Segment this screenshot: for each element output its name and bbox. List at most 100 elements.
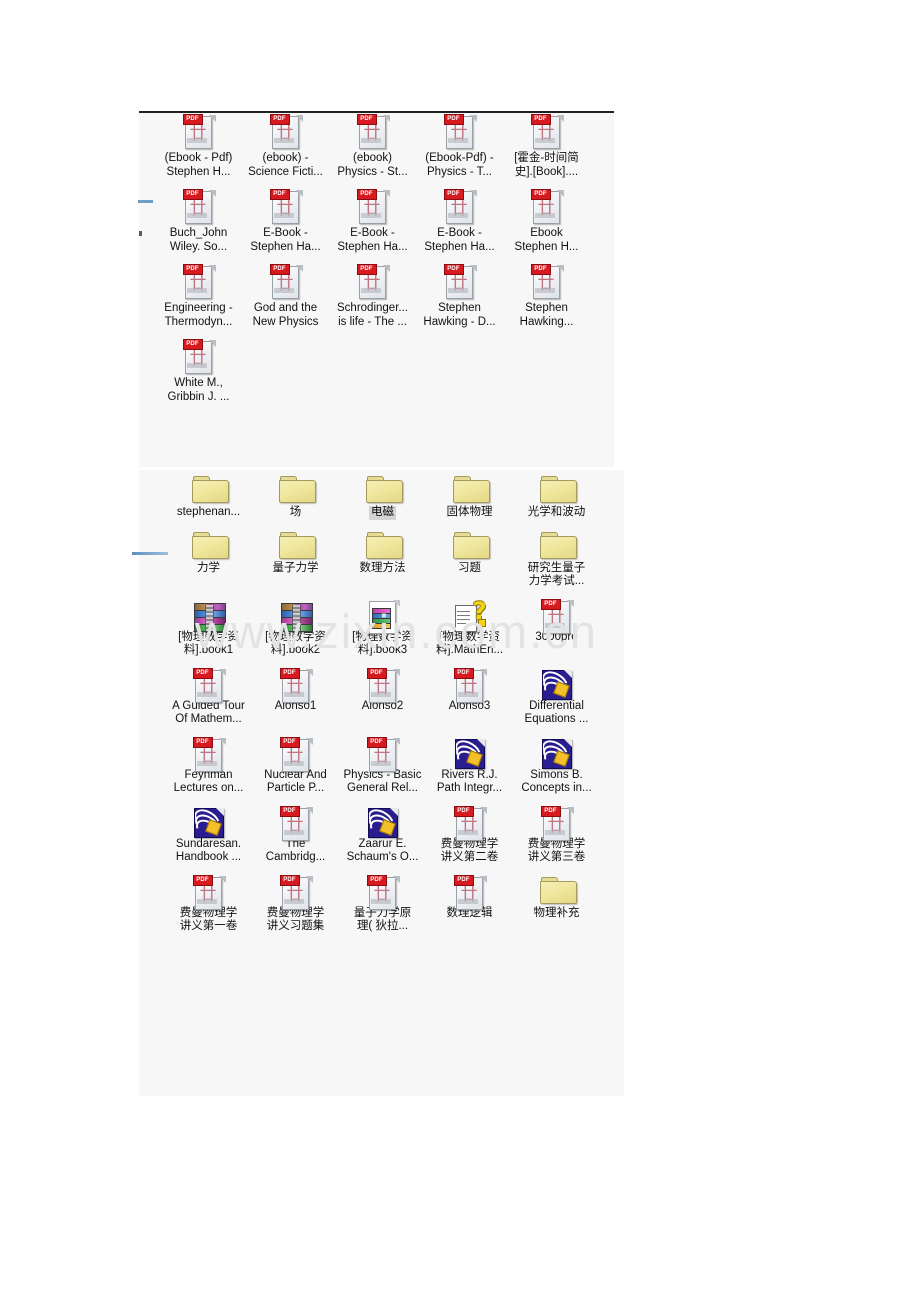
pdf-icon[interactable]: 廿 PDF <box>279 736 313 772</box>
file-item[interactable]: 廿 PDF Ebook Stephen H... <box>503 189 590 254</box>
folder-icon[interactable] <box>191 530 229 560</box>
file-item[interactable]: 廿 PDF (Ebook - Pdf) Stephen H... <box>155 114 242 179</box>
folder-item[interactable]: 习题 <box>426 530 513 589</box>
file-item[interactable]: 廿 PDF Nuclear And Particle P... <box>252 736 339 796</box>
folder-item[interactable]: stephenan... <box>165 474 252 520</box>
file-item[interactable]: 廿 PDF Physics - Basic General Rel... <box>339 736 426 796</box>
file-item[interactable]: 廿 PDF 费曼物理学 讲义第一卷 <box>165 874 252 934</box>
folder-icon[interactable] <box>278 530 316 560</box>
pdf-icon[interactable]: 廿 PDF <box>453 874 487 910</box>
folder-icon[interactable] <box>191 474 229 504</box>
pdf-icon[interactable]: 廿 PDF <box>530 264 564 300</box>
file-item[interactable]: 廿 PDF Alonso2 <box>339 667 426 727</box>
pdf-icon[interactable]: 廿 PDF <box>530 189 564 225</box>
folder-item[interactable]: 数理方法 <box>339 530 426 589</box>
pdf-icon[interactable]: 廿 PDF <box>182 339 216 375</box>
pdf-icon[interactable]: 廿 PDF <box>192 736 226 772</box>
pdf-icon[interactable]: 廿 PDF <box>182 189 216 225</box>
file-item[interactable]: 廿 PDF Alonso3 <box>426 667 513 727</box>
pdf-icon[interactable]: 廿 PDF <box>366 736 400 772</box>
pdf-icon[interactable]: 廿 PDF <box>269 264 303 300</box>
folder-icon[interactable] <box>452 530 490 560</box>
file-item[interactable]: 廿 PDF E-Book - Stephen Ha... <box>416 189 503 254</box>
item-label: The Cambridg... <box>265 837 326 864</box>
file-item[interactable]: 廿 PDF White M., Gribbin J. ... <box>155 339 242 404</box>
folder-icon[interactable] <box>539 875 577 905</box>
folder-item[interactable]: 电磁 <box>339 474 426 520</box>
pdf-icon[interactable]: 廿 PDF <box>269 189 303 225</box>
djvu-icon[interactable] <box>192 806 226 838</box>
djvu-icon[interactable] <box>453 737 487 769</box>
file-item[interactable]: Differential Equations ... <box>513 668 600 727</box>
file-item[interactable]: 廿 PDF 费曼物理学 讲义习题集 <box>252 874 339 934</box>
folder-icon[interactable] <box>278 474 316 504</box>
folder-item[interactable]: 固体物理 <box>426 474 513 520</box>
pdf-icon[interactable]: 廿 PDF <box>443 114 477 150</box>
file-item[interactable]: 廿 PDF Buch_John Wiley. So... <box>155 189 242 254</box>
file-item[interactable]: 廿 PDF (Ebook-Pdf) - Physics - T... <box>416 114 503 179</box>
djvu-icon[interactable] <box>366 806 400 838</box>
item-label: Simons B. Concepts in... <box>521 768 592 795</box>
file-item[interactable]: 廿 PDF Alonso1 <box>252 667 339 727</box>
djvu-icon[interactable] <box>540 737 574 769</box>
file-item[interactable]: 廿 PDF E-Book - Stephen Ha... <box>242 189 329 254</box>
item-label: Nuclear And Particle P... <box>264 768 327 795</box>
djvu-icon[interactable] <box>540 668 574 700</box>
folder-item[interactable]: 光学和波动 <box>513 474 600 520</box>
pdf-icon[interactable]: 廿 PDF <box>356 189 390 225</box>
pdf-icon[interactable]: 廿 PDF <box>443 264 477 300</box>
folder-item[interactable]: 场 <box>252 474 339 520</box>
folder-icon[interactable] <box>539 474 577 504</box>
file-item[interactable]: 廿 PDF E-Book - Stephen Ha... <box>329 189 416 254</box>
file-item[interactable]: 廿 PDF 费曼物理学 讲义第二卷 <box>426 805 513 865</box>
pdf-icon[interactable]: 廿 PDF <box>540 805 574 841</box>
file-item[interactable]: 廿 PDF Schrodinger... is life - The ... <box>329 264 416 329</box>
file-item[interactable]: 廿 PDF (ebook) - Science Ficti... <box>242 114 329 179</box>
pdf-icon[interactable]: 廿 PDF <box>192 667 226 703</box>
folder-item[interactable]: 研究生量子 力学考试... <box>513 530 600 589</box>
pdf-icon[interactable]: 廿 PDF <box>279 667 313 703</box>
pdf-icon[interactable]: 廿 PDF <box>356 114 390 150</box>
pdf-icon[interactable]: 廿 PDF <box>443 189 477 225</box>
folder-item[interactable]: 物理补充 <box>513 875 600 934</box>
file-item[interactable]: Sundaresan. Handbook ... <box>165 806 252 865</box>
pdf-icon[interactable]: 廿 PDF <box>530 114 564 150</box>
pdf-icon[interactable]: 廿 PDF <box>279 874 313 910</box>
folder-item[interactable]: 量子力学 <box>252 530 339 589</box>
folder-icon[interactable] <box>452 474 490 504</box>
item-label: 固体物理 <box>446 506 493 518</box>
pdf-icon[interactable]: 廿 PDF <box>192 874 226 910</box>
pdf-icon[interactable]: 廿 PDF <box>366 667 400 703</box>
item-label: 数理方法 <box>359 561 406 574</box>
file-item[interactable]: 廿 PDF Engineering - Thermodyn... <box>155 264 242 329</box>
file-item[interactable]: 廿 PDF 数理逻辑 <box>426 874 513 934</box>
pdf-icon[interactable]: 廿 PDF <box>182 264 216 300</box>
pdf-icon[interactable]: 廿 PDF <box>356 264 390 300</box>
file-item[interactable]: 廿 PDF A Guided Tour Of Mathem... <box>165 667 252 727</box>
item-label: 费曼物理学 讲义第一卷 <box>179 906 238 933</box>
file-item[interactable]: Rivers R.J. Path Integr... <box>426 737 513 796</box>
file-item[interactable]: 廿 PDF (ebook) Physics - St... <box>329 114 416 179</box>
file-item[interactable]: 廿 PDF The Cambridg... <box>252 805 339 865</box>
pdf-icon[interactable]: 廿 PDF <box>279 805 313 841</box>
pdf-icon[interactable]: 廿 PDF <box>182 114 216 150</box>
pdf-icon[interactable]: 廿 PDF <box>453 667 487 703</box>
file-item[interactable]: 廿 PDF [霍金-时间简 史].[Book].... <box>503 114 590 179</box>
file-item[interactable]: Zaarur E. Schaum's O... <box>339 806 426 865</box>
folder-item[interactable]: 力学 <box>165 530 252 589</box>
folder-icon[interactable] <box>539 530 577 560</box>
folder-icon[interactable] <box>365 474 403 504</box>
file-item[interactable]: Simons B. Concepts in... <box>513 737 600 796</box>
folder-icon[interactable] <box>365 530 403 560</box>
item-label: 研究生量子 力学考试... <box>527 561 586 588</box>
folders-icon-grid: stephenan... 场 电磁 固体物理 光学和波动力学 量子力学 数理方法 习题 研究生量… <box>165 474 600 938</box>
file-item[interactable]: 廿 PDF 费曼物理学 讲义第三卷 <box>513 805 600 865</box>
pdf-icon[interactable]: 廿 PDF <box>366 874 400 910</box>
file-item[interactable]: 廿 PDF 量子力学原 理( 狄拉... <box>339 874 426 934</box>
pdf-icon[interactable]: 廿 PDF <box>453 805 487 841</box>
file-item[interactable]: 廿 PDF Stephen Hawking... <box>503 264 590 329</box>
pdf-icon[interactable]: 廿 PDF <box>269 114 303 150</box>
file-item[interactable]: 廿 PDF Feynman Lectures on... <box>165 736 252 796</box>
file-item[interactable]: 廿 PDF God and the New Physics <box>242 264 329 329</box>
file-item[interactable]: 廿 PDF Stephen Hawking - D... <box>416 264 503 329</box>
